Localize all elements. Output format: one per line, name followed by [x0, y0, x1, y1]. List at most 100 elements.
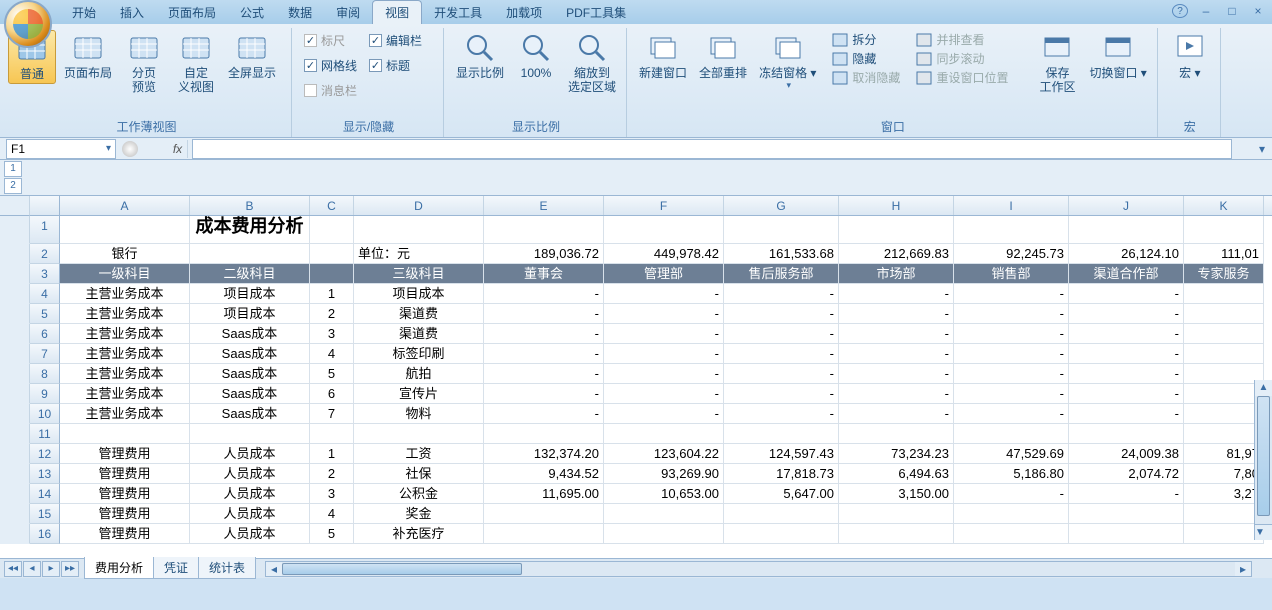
cell-D9[interactable]: 宣传片 — [354, 384, 484, 404]
cell-G13[interactable]: 17,818.73 — [724, 464, 839, 484]
cell-J7[interactable]: - — [1069, 344, 1184, 364]
cell-H11[interactable] — [839, 424, 954, 444]
cell-H16[interactable] — [839, 524, 954, 544]
cell-G8[interactable]: - — [724, 364, 839, 384]
cell-B11[interactable] — [190, 424, 310, 444]
vertical-scroll-thumb[interactable] — [1257, 396, 1270, 516]
cell-F3[interactable]: 管理部 — [604, 264, 724, 284]
tab-插入[interactable]: 插入 — [108, 1, 156, 24]
cell-A15[interactable]: 管理费用 — [60, 504, 190, 524]
cell-C3[interactable] — [310, 264, 354, 284]
column-header-A[interactable]: A — [60, 196, 190, 215]
cell-A9[interactable]: 主营业务成本 — [60, 384, 190, 404]
cell-A4[interactable]: 主营业务成本 — [60, 284, 190, 304]
cell-J2[interactable]: 26,124.10 — [1069, 244, 1184, 264]
select-all-corner[interactable] — [30, 196, 60, 216]
cell-H6[interactable]: - — [839, 324, 954, 344]
cell-B15[interactable]: 人员成本 — [190, 504, 310, 524]
cell-F9[interactable]: - — [604, 384, 724, 404]
row-header-10[interactable]: 10 — [30, 404, 60, 424]
view-btn-全屏显示[interactable]: 全屏显示 — [224, 30, 280, 82]
cell-B2[interactable] — [190, 244, 310, 264]
column-header-J[interactable]: J — [1069, 196, 1184, 215]
cell-D16[interactable]: 补充医疗 — [354, 524, 484, 544]
restore-window-icon[interactable]: □ — [1224, 4, 1240, 18]
column-header-G[interactable]: G — [724, 196, 839, 215]
cell-E14[interactable]: 11,695.00 — [484, 484, 604, 504]
cell-F5[interactable]: - — [604, 304, 724, 324]
row-header-5[interactable]: 5 — [30, 304, 60, 324]
cell-D12[interactable]: 工资 — [354, 444, 484, 464]
cell-G1[interactable] — [724, 216, 839, 244]
cell-J8[interactable]: - — [1069, 364, 1184, 384]
cell-A11[interactable] — [60, 424, 190, 444]
cell-F7[interactable]: - — [604, 344, 724, 364]
cell-C12[interactable]: 1 — [310, 444, 354, 464]
cell-J11[interactable] — [1069, 424, 1184, 444]
cell-F6[interactable]: - — [604, 324, 724, 344]
cell-E9[interactable]: - — [484, 384, 604, 404]
scroll-right-icon[interactable]: ▸ — [1235, 562, 1251, 576]
column-header-E[interactable]: E — [484, 196, 604, 215]
cell-H7[interactable]: - — [839, 344, 954, 364]
cell-G12[interactable]: 124,597.43 — [724, 444, 839, 464]
cell-I16[interactable] — [954, 524, 1069, 544]
tab-审阅[interactable]: 审阅 — [324, 1, 372, 24]
cell-K12[interactable]: 81,97 — [1184, 444, 1264, 464]
column-header-F[interactable]: F — [604, 196, 724, 215]
cell-C1[interactable] — [310, 216, 354, 244]
cell-C6[interactable]: 3 — [310, 324, 354, 344]
cell-I14[interactable]: - — [954, 484, 1069, 504]
cell-E6[interactable]: - — [484, 324, 604, 344]
tab-数据[interactable]: 数据 — [276, 1, 324, 24]
zoom-btn-缩放到选定区域[interactable]: 缩放到 选定区域 — [564, 30, 620, 96]
cell-H1[interactable] — [839, 216, 954, 244]
sheet-nav-first[interactable]: ◂◂ — [4, 561, 22, 577]
cell-J14[interactable]: - — [1069, 484, 1184, 504]
cell-E1[interactable] — [484, 216, 604, 244]
cell-G4[interactable]: - — [724, 284, 839, 304]
cell-I12[interactable]: 47,529.69 — [954, 444, 1069, 464]
cell-I11[interactable] — [954, 424, 1069, 444]
cell-C13[interactable]: 2 — [310, 464, 354, 484]
cell-G3[interactable]: 售后服务部 — [724, 264, 839, 284]
sheet-tab-费用分析[interactable]: 费用分析 — [84, 557, 154, 579]
window-btn-冻结窗格[interactable]: 冻结窗格 ▾ — [755, 30, 820, 93]
tab-视图[interactable]: 视图 — [372, 0, 422, 24]
tab-公式[interactable]: 公式 — [228, 1, 276, 24]
tab-开始[interactable]: 开始 — [60, 1, 108, 24]
sheet-nav-prev[interactable]: ◂ — [23, 561, 41, 577]
cell-B6[interactable]: Saas成本 — [190, 324, 310, 344]
cell-F15[interactable] — [604, 504, 724, 524]
cell-E7[interactable]: - — [484, 344, 604, 364]
cell-J12[interactable]: 24,009.38 — [1069, 444, 1184, 464]
cell-D2[interactable]: 单位：元 — [354, 244, 484, 264]
view-btn-分页预览[interactable]: 分页 预览 — [120, 30, 168, 96]
cell-H4[interactable]: - — [839, 284, 954, 304]
row-header-16[interactable]: 16 — [30, 524, 60, 544]
cell-D14[interactable]: 公积金 — [354, 484, 484, 504]
sheet-tab-统计表[interactable]: 统计表 — [198, 557, 256, 579]
checkbox-标题[interactable]: ✓标题 — [365, 55, 414, 76]
cell-D7[interactable]: 标签印刷 — [354, 344, 484, 364]
row-header-14[interactable]: 14 — [30, 484, 60, 504]
cell-G14[interactable]: 5,647.00 — [724, 484, 839, 504]
cell-C5[interactable]: 2 — [310, 304, 354, 324]
cell-K16[interactable] — [1184, 524, 1264, 544]
cell-H9[interactable]: - — [839, 384, 954, 404]
cell-H2[interactable]: 212,669.83 — [839, 244, 954, 264]
cell-J6[interactable]: - — [1069, 324, 1184, 344]
cell-B7[interactable]: Saas成本 — [190, 344, 310, 364]
cell-I10[interactable]: - — [954, 404, 1069, 424]
column-header-D[interactable]: D — [354, 196, 484, 215]
cell-D8[interactable]: 航拍 — [354, 364, 484, 384]
cell-E16[interactable] — [484, 524, 604, 544]
cell-C10[interactable]: 7 — [310, 404, 354, 424]
cell-E13[interactable]: 9,434.52 — [484, 464, 604, 484]
column-header-B[interactable]: B — [190, 196, 310, 215]
cell-I8[interactable]: - — [954, 364, 1069, 384]
cell-A1[interactable] — [60, 216, 190, 244]
cell-G9[interactable]: - — [724, 384, 839, 404]
cell-C16[interactable]: 5 — [310, 524, 354, 544]
cell-B13[interactable]: 人员成本 — [190, 464, 310, 484]
